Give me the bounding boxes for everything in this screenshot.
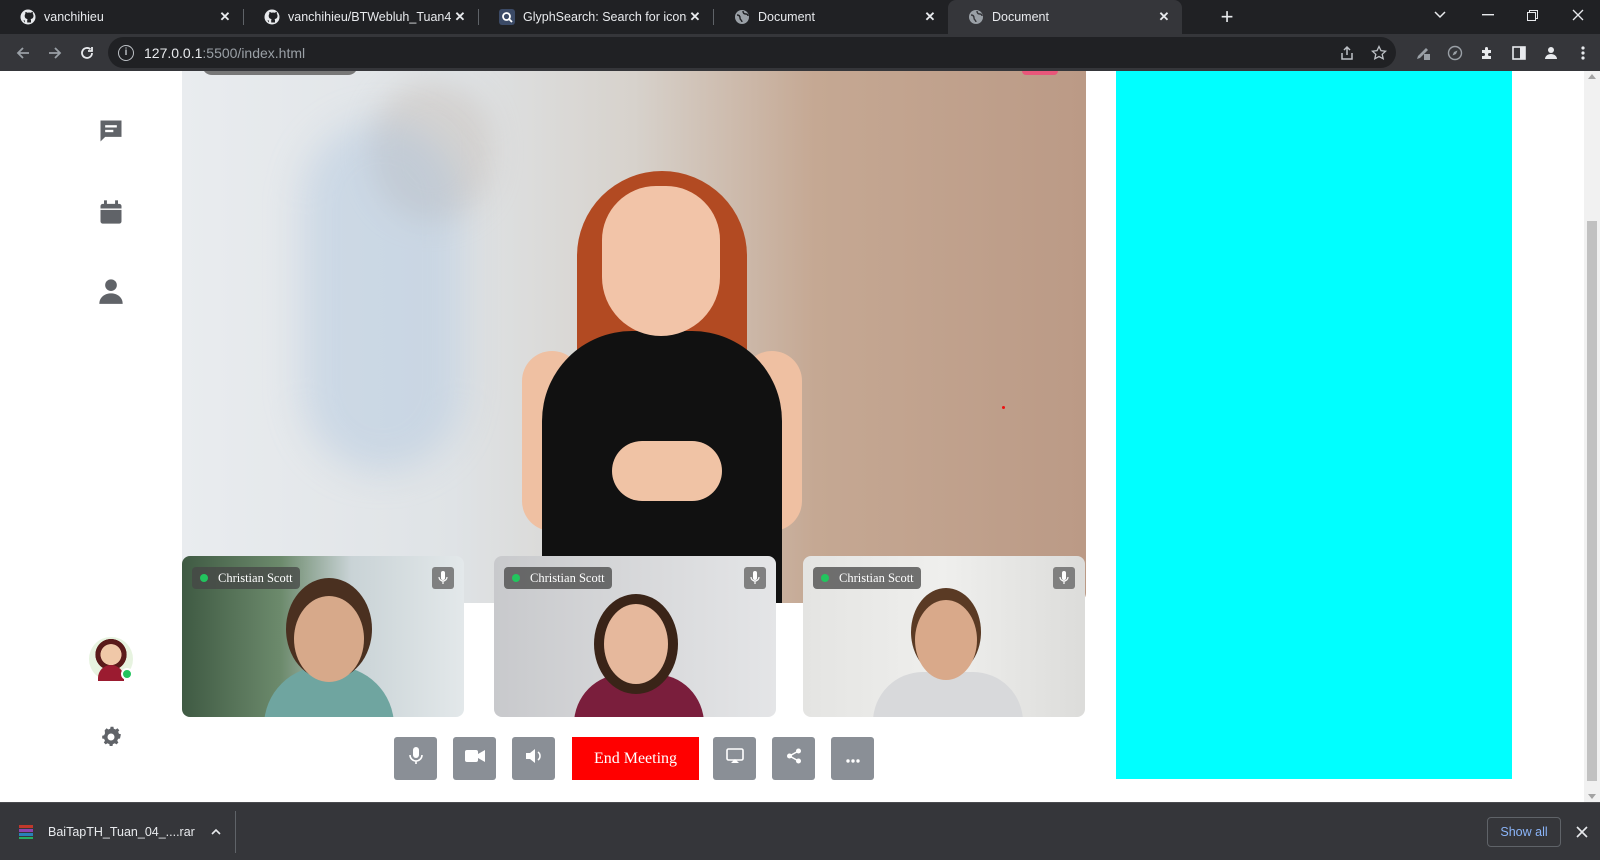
speaker-face — [602, 186, 720, 336]
side-panel-icon[interactable] — [1506, 40, 1532, 66]
tab-label: Document — [758, 10, 815, 24]
participant-tile[interactable]: Christian Scott — [182, 556, 464, 717]
tab-document-1[interactable]: Document ✕ — [714, 0, 948, 34]
page-viewport: Christian Scott Christian Scott Christia… — [0, 71, 1584, 802]
share-button[interactable] — [772, 737, 815, 780]
profile-icon[interactable] — [1538, 40, 1564, 66]
right-panel — [1116, 71, 1512, 779]
recording-badge — [1022, 71, 1058, 75]
more-options-button[interactable] — [831, 737, 874, 780]
bookmark-star-icon[interactable] — [1366, 40, 1392, 66]
microphone-icon[interactable] — [744, 567, 766, 589]
more-icon — [845, 750, 860, 768]
globe-icon — [968, 9, 984, 25]
screen-share-button[interactable] — [713, 737, 756, 780]
browser-toolbar: i 127.0.0.1:5500/index.html — [0, 34, 1600, 71]
video-background-figure — [302, 121, 462, 471]
page-scrollbar[interactable] — [1584, 71, 1600, 802]
speaker-hands — [612, 441, 722, 501]
scroll-up-arrow[interactable] — [1588, 74, 1596, 79]
online-status-dot — [200, 574, 208, 582]
red-dot — [1002, 406, 1005, 409]
github-icon — [20, 9, 36, 25]
cast-screen-icon — [725, 748, 744, 769]
participant-name-tag: Christian Scott — [192, 567, 300, 589]
participant-name-tag: Christian Scott — [813, 567, 921, 589]
close-icon[interactable]: ✕ — [452, 9, 468, 25]
close-icon[interactable]: ✕ — [922, 9, 938, 25]
url-text: 127.0.0.1:5500/index.html — [144, 44, 306, 61]
participant-head — [294, 596, 364, 682]
participant-name: Christian Scott — [218, 570, 293, 585]
gear-icon[interactable] — [96, 722, 126, 752]
tab-label: vanchihieu — [44, 10, 104, 24]
share-page-icon[interactable] — [1334, 40, 1360, 66]
archive-file-icon — [18, 824, 34, 840]
participant-head — [915, 600, 977, 680]
speaker-icon — [525, 748, 543, 769]
online-status-dot — [512, 574, 520, 582]
new-tab-button[interactable]: + — [1215, 4, 1239, 29]
participant-head — [604, 604, 668, 684]
back-arrow-icon[interactable] — [10, 40, 36, 66]
address-bar[interactable]: i 127.0.0.1:5500/index.html — [108, 37, 1396, 68]
video-camera-icon — [464, 749, 485, 768]
download-file-name: BaiTapTH_Tuan_04_....rar — [48, 825, 195, 839]
forward-arrow-icon[interactable] — [42, 40, 68, 66]
avatar[interactable] — [89, 637, 133, 681]
download-bar: BaiTapTH_Tuan_04_....rar Show all — [0, 802, 1600, 860]
tab-vanchihieu[interactable]: vanchihieu ✕ — [0, 0, 243, 34]
microphone-icon[interactable] — [432, 567, 454, 589]
close-icon[interactable]: ✕ — [1156, 9, 1172, 25]
glyphsearch-icon — [499, 9, 515, 25]
download-divider — [235, 811, 236, 853]
chevron-up-icon[interactable] — [211, 826, 221, 838]
tab-strip: vanchihieu ✕ vanchihieu/BTWebluh_Tuan4 ✕… — [0, 0, 1600, 34]
participant-name-tag: Christian Scott — [504, 567, 612, 589]
close-icon[interactable]: ✕ — [687, 9, 703, 25]
restore-icon[interactable] — [1510, 0, 1554, 30]
site-info-icon[interactable]: i — [118, 44, 134, 61]
close-icon[interactable]: ✕ — [217, 9, 233, 25]
github-icon — [264, 9, 280, 25]
tab-document-active[interactable]: Document ✕ — [948, 0, 1182, 34]
show-all-button[interactable]: Show all — [1487, 817, 1561, 847]
camera-button[interactable] — [453, 737, 496, 780]
participant-name: Christian Scott — [530, 570, 605, 585]
tab-label: GlyphSearch: Search for icons fro — [523, 10, 687, 24]
microphone-icon[interactable] — [1053, 567, 1075, 589]
calendar-icon[interactable] — [96, 197, 126, 227]
user-icon[interactable] — [96, 276, 126, 306]
close-icon[interactable] — [1572, 822, 1592, 842]
extensions-puzzle-icon[interactable] — [1474, 40, 1500, 66]
extension-pen-icon[interactable] — [1410, 40, 1436, 66]
tab-label: vanchihieu/BTWebluh_Tuan4 — [288, 10, 452, 24]
tab-search-chevron-icon[interactable] — [1418, 0, 1462, 30]
speaker-button[interactable] — [512, 737, 555, 780]
chat-icon[interactable] — [96, 116, 126, 146]
online-status-dot — [121, 668, 133, 680]
participant-name: Christian Scott — [839, 570, 914, 585]
tab-label: Document — [992, 10, 1049, 24]
scrollbar-thumb[interactable] — [1587, 221, 1597, 781]
microphone-icon — [408, 747, 423, 770]
download-item[interactable]: BaiTapTH_Tuan_04_....rar — [18, 817, 221, 847]
menu-dots-icon[interactable] — [1570, 40, 1596, 66]
mic-button[interactable] — [394, 737, 437, 780]
tab-glyphsearch[interactable]: GlyphSearch: Search for icons fro ✕ — [479, 0, 713, 34]
reload-icon[interactable] — [74, 40, 100, 66]
online-status-dot — [821, 574, 829, 582]
participant-tile[interactable]: Christian Scott — [494, 556, 776, 717]
end-meeting-button[interactable]: End Meeting — [572, 737, 699, 780]
globe-icon — [734, 9, 750, 25]
main-video[interactable] — [182, 71, 1086, 603]
scroll-down-arrow[interactable] — [1588, 794, 1596, 799]
tab-btwebluh[interactable]: vanchihieu/BTWebluh_Tuan4 ✕ — [244, 0, 478, 34]
minimize-icon[interactable] — [1466, 0, 1510, 30]
speaker-name-pill — [202, 71, 358, 75]
compass-icon[interactable] — [1442, 40, 1468, 66]
close-window-icon[interactable] — [1556, 0, 1600, 30]
participant-tile[interactable]: Christian Scott — [803, 556, 1085, 717]
share-icon — [786, 748, 802, 769]
